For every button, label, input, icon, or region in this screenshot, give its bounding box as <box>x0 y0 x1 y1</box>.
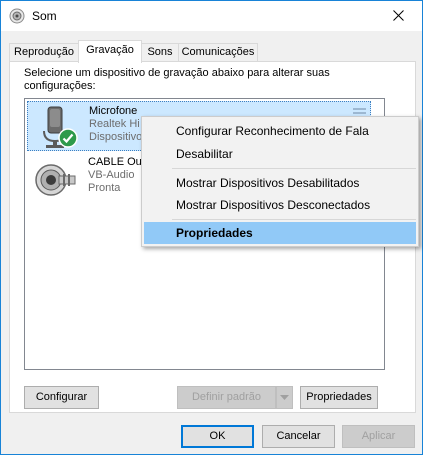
instruction-text: Selecione um dispositivo de gravação aba… <box>24 67 330 92</box>
device-status: Pronta <box>88 182 121 194</box>
tab-sons[interactable]: Sons <box>141 43 179 62</box>
context-menu: Configurar Reconhecimento de Fala Desabi… <box>141 116 419 247</box>
device-driver: Realtek Hi <box>89 118 140 130</box>
device-name: Microfone <box>89 105 138 117</box>
window-title: Som <box>32 9 57 23</box>
set-default-button[interactable]: Definir padrão <box>177 386 276 409</box>
apply-button[interactable]: Aplicar <box>342 425 415 448</box>
cancel-button[interactable]: Cancelar <box>262 425 335 448</box>
tab-comunicacoes[interactable]: Comunicações <box>178 43 258 62</box>
device-details: Microfone Realtek Hi Dispositivo <box>89 105 142 144</box>
menu-separator <box>172 219 416 220</box>
check-badge-icon <box>58 128 78 148</box>
device-details: CABLE Out VB-Audio Pronta <box>88 156 145 195</box>
configure-button[interactable]: Configurar <box>24 386 99 409</box>
menu-separator <box>172 168 416 169</box>
device-properties-button[interactable]: Propriedades <box>300 386 378 409</box>
close-button[interactable] <box>376 1 422 31</box>
menu-item-show-disabled[interactable]: Mostrar Dispositivos Desabilitados <box>144 172 416 194</box>
device-name: CABLE Out <box>88 156 145 168</box>
ok-button[interactable]: OK <box>181 425 254 448</box>
device-status: Dispositivo <box>89 131 143 143</box>
cable-plug-icon <box>35 164 76 196</box>
menu-item-show-disconnected[interactable]: Mostrar Dispositivos Desconectados <box>144 194 416 216</box>
device-driver: VB-Audio <box>88 169 135 181</box>
tab-gravacao[interactable]: Gravação <box>78 40 142 63</box>
title-bar[interactable]: Som <box>1 1 422 31</box>
speaker-icon <box>9 8 25 24</box>
menu-item-properties[interactable]: Propriedades <box>144 222 416 244</box>
chevron-down-icon <box>280 395 289 400</box>
menu-item-configure-speech[interactable]: Configurar Reconhecimento de Fala <box>144 120 416 142</box>
tab-reproducao[interactable]: Reprodução <box>9 43 79 62</box>
close-icon <box>393 10 404 21</box>
set-default-dropdown[interactable] <box>276 386 293 409</box>
menu-item-disable[interactable]: Desabilitar <box>144 143 416 165</box>
